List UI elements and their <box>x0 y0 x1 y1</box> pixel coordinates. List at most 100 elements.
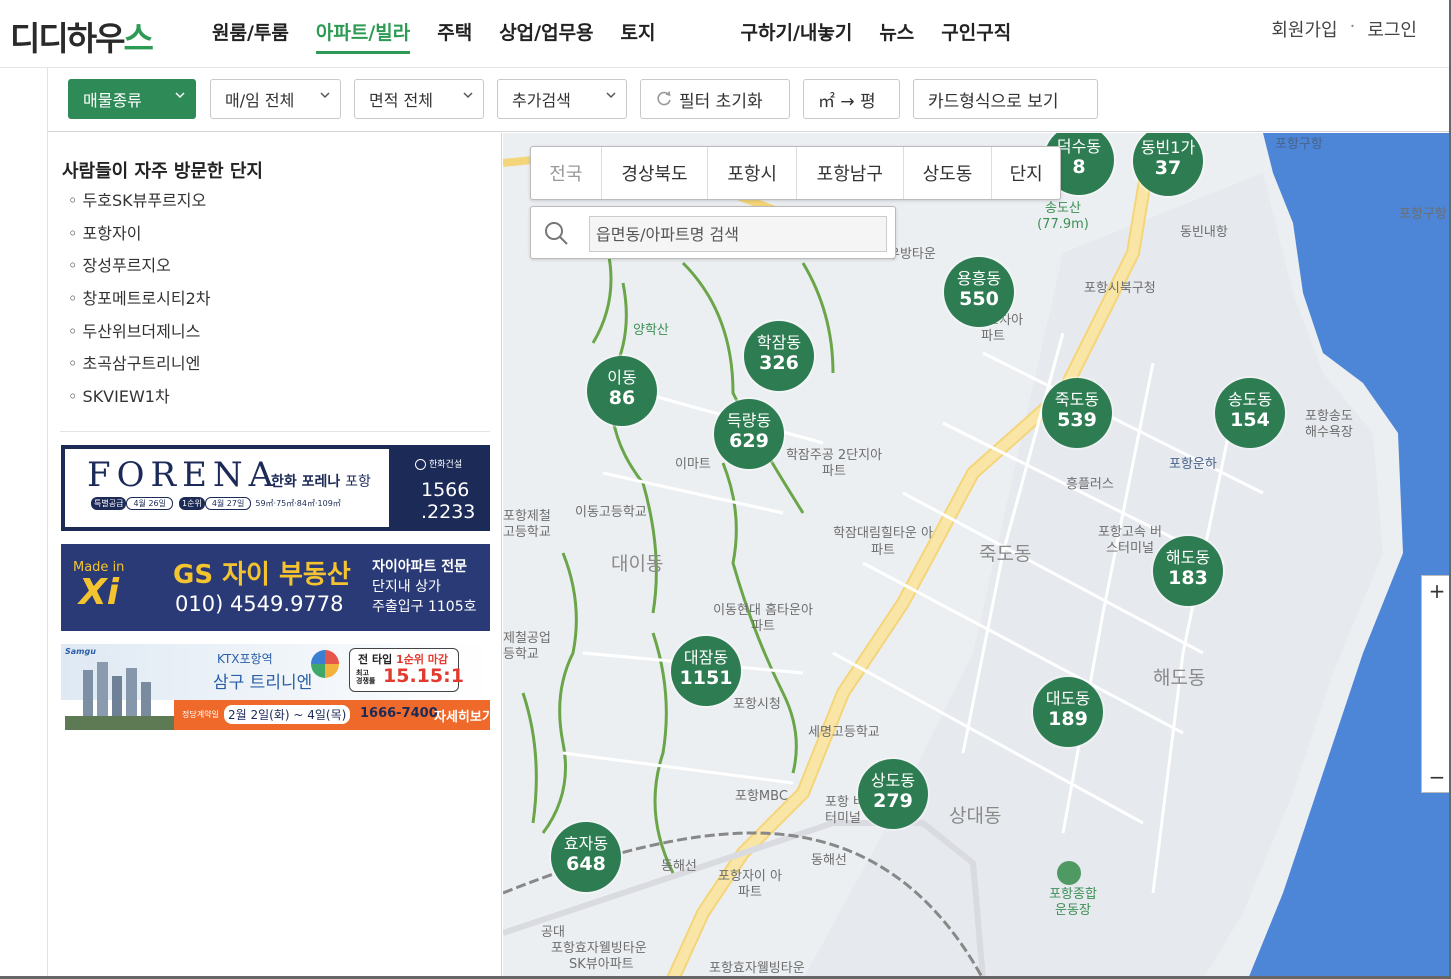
extra-search-dropdown[interactable]: 추가검색 <box>497 79 627 119</box>
list-item[interactable]: 장성푸르지오 <box>68 254 210 287</box>
search-input[interactable] <box>589 216 887 252</box>
cluster-hakjam[interactable]: 학잠동 326 <box>744 321 814 391</box>
gs-xi-ad-banner[interactable]: Made in Xi GS 자이 부동산 010) 4549.9778 자이아파… <box>61 544 490 631</box>
forena-sub: 한화 포레나 <box>271 474 341 490</box>
cluster-name: 죽도동 <box>1054 390 1100 409</box>
nav-commercial[interactable]: 상업/업무용 <box>499 18 593 54</box>
nav-oneroom[interactable]: 원룸/투룸 <box>212 18 289 54</box>
region-country[interactable]: 전국 <box>531 147 602 199</box>
cluster-haedo[interactable]: 해도동 183 <box>1153 536 1223 606</box>
list-item[interactable]: 두호SK뷰푸르지오 <box>68 189 210 222</box>
map-label: 동빈내항 <box>1180 225 1228 240</box>
samgu-contract: 정당계약일 <box>182 710 219 719</box>
unit-toggle-label: ㎡ → 평 <box>818 91 876 112</box>
cluster-sangdo[interactable]: 상도동 279 <box>858 759 928 829</box>
trade-type-dropdown[interactable]: 매/임 전체 <box>210 79 341 119</box>
samgu-station: KTX포항역 <box>217 652 273 666</box>
samgu-t4: 경쟁률 <box>356 677 376 685</box>
map-label: 포항종합 운동장 <box>1049 887 1097 918</box>
samgu-rate-box: 전 타입 1순위 마감 최고 경쟁률 15.15:1 <box>349 648 464 692</box>
forena-tag1: 특별공급 <box>91 497 127 510</box>
cluster-yongheung[interactable]: 용흥동 550 <box>944 257 1014 327</box>
area-dropdown[interactable]: 면적 전체 <box>354 79 484 119</box>
map-label: 포항송도 해수욕장 <box>1305 409 1353 440</box>
user-nav-separator: · <box>1349 16 1356 37</box>
region-district[interactable]: 포항남구 <box>797 147 904 199</box>
cluster-daedo[interactable]: 대도동 189 <box>1033 677 1103 747</box>
map-label: 죽도동 <box>979 543 1032 565</box>
forena-ad-banner[interactable]: FORENA 한화 포레나 포항 특별공급 4월 26일 1순위 4월 27일 … <box>61 445 490 531</box>
cluster-daejam[interactable]: 대잠동 1151 <box>671 636 741 706</box>
zoom-out-button[interactable]: − <box>1422 762 1449 792</box>
forena-phone2: .2233 <box>421 501 476 523</box>
extra-search-label: 추가검색 <box>512 91 571 110</box>
zoom-in-button[interactable]: + <box>1422 576 1449 606</box>
gs-desc2: 단지내 상가 <box>372 579 441 595</box>
chevron-down-icon <box>463 92 473 99</box>
cluster-jukdo[interactable]: 죽도동 539 <box>1042 378 1112 448</box>
map-label: 학잠주공 2단지아파트 <box>785 448 883 479</box>
signup-link[interactable]: 회원가입 <box>1271 16 1337 42</box>
samgu-rate: 15.15:1 <box>383 665 464 687</box>
map-label: 상대동 <box>949 805 1002 827</box>
nav-find-list[interactable]: 구하기/내놓기 <box>741 18 853 54</box>
cluster-idong[interactable]: 이동 86 <box>587 356 657 426</box>
reset-filter-button[interactable]: 필터 초기화 <box>640 79 790 119</box>
search-icon[interactable] <box>543 220 569 246</box>
popular-complex-list: 두호SK뷰푸르지오 포항자이 장성푸르지오 창포메트로시티2차 두산위브더제니스… <box>68 189 211 418</box>
unit-toggle-button[interactable]: ㎡ → 평 <box>803 79 900 119</box>
cluster-count: 279 <box>873 790 913 812</box>
list-item[interactable]: 두산위브더제니스 <box>68 320 210 353</box>
refresh-icon <box>657 91 671 106</box>
nav-news[interactable]: 뉴스 <box>879 18 914 54</box>
logo-main: 디디하우 <box>10 19 125 58</box>
samgu-t3: 최고 <box>356 669 369 677</box>
nav-apartment[interactable]: 아파트/빌라 <box>315 18 411 54</box>
nav-land[interactable]: 토지 <box>621 18 656 54</box>
cluster-hyoja[interactable]: 효자동 648 <box>551 822 621 892</box>
region-complex[interactable]: 단지 <box>992 147 1060 199</box>
cluster-count: 37 <box>1154 157 1182 179</box>
gs-desc: 자이아파트 전문 단지내 상가 주출입구 1105호 <box>372 557 476 617</box>
map-view[interactable]: 포항구항 포항구항 동빈내항 우방타운 포항시북구청 양학산 이마트 학잠주공 … <box>503 133 1449 976</box>
app-window: 디디하우스 원룸/투룸 아파트/빌라 주택 상업/업무용 토지 구하기/내놓기 … <box>0 0 1451 979</box>
samgu-more: 자세히보기 <box>434 710 490 725</box>
cluster-count: 326 <box>759 352 799 374</box>
cluster-name: 용흥동 <box>956 269 1002 288</box>
gs-phone: 010) 4549.9778 <box>175 592 344 616</box>
region-city[interactable]: 포항시 <box>708 147 797 199</box>
nav-house[interactable]: 주택 <box>437 18 472 54</box>
samgu-name: 삼구 트리니엔 <box>213 673 313 693</box>
region-selector: 전국 경상북도 포항시 포항남구 상도동 단지 <box>530 146 1061 200</box>
property-type-dropdown[interactable]: 매물종류 <box>68 79 196 119</box>
samgu-ad-banner[interactable]: Samgu KTX포항역 삼구 트리니엔 전 타입 1순위 마감 최고 경쟁률 1… <box>61 644 490 730</box>
map-label: 포항제철 고등학교 <box>503 509 551 540</box>
cluster-name: 대잠동 <box>683 648 729 667</box>
logo[interactable]: 디디하우스 <box>10 12 154 60</box>
cluster-count: 1151 <box>679 667 733 689</box>
forena-date1: 4월 26일 <box>126 497 173 510</box>
list-item[interactable]: 포항자이 <box>68 222 210 255</box>
nav-jobs[interactable]: 구인구직 <box>941 18 1011 54</box>
login-link[interactable]: 로그인 <box>1367 16 1417 42</box>
region-dong[interactable]: 상도동 <box>904 147 993 199</box>
cluster-count: 550 <box>959 288 999 310</box>
cluster-name: 대도동 <box>1045 689 1091 708</box>
list-item[interactable]: SKVIEW1차 <box>68 385 210 418</box>
map-label: 흥플러스 <box>1066 477 1114 492</box>
samgu-emblem-icon <box>311 650 339 678</box>
samgu-dates: 2월 2일(화) ~ 4일(목) <box>224 705 351 724</box>
reset-filter-label: 필터 초기화 <box>679 91 763 112</box>
list-item[interactable]: 초곡삼구트리니엔 <box>68 352 210 385</box>
map-label: SK뷰아파트 <box>569 957 634 972</box>
list-item[interactable]: 창포메트로시티2차 <box>68 287 211 320</box>
cluster-songdo[interactable]: 송도동 154 <box>1215 378 1285 448</box>
chevron-down-icon <box>606 92 616 99</box>
region-province[interactable]: 경상북도 <box>602 147 709 199</box>
card-view-button[interactable]: 카드형식으로 보기 <box>913 79 1098 119</box>
map-label: 해도동 <box>1153 667 1206 689</box>
cluster-deungnyang[interactable]: 득량동 629 <box>714 399 784 469</box>
map-label: 포항MBC <box>735 789 788 804</box>
cluster-name: 상도동 <box>870 771 916 790</box>
map-label: 대이동 <box>611 553 664 575</box>
